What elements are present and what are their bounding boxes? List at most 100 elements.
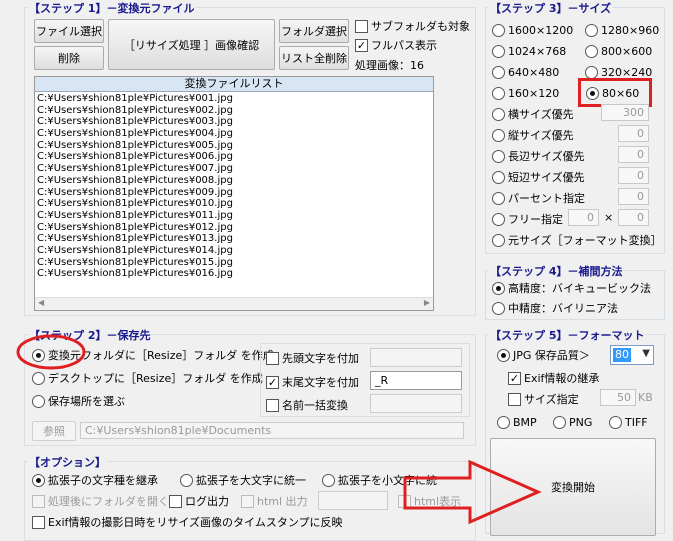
file-list-item[interactable]: C:¥Users¥shion81ple¥Pictures¥002.jpg [37,105,433,117]
radio-short-priority-dot [492,170,505,184]
html-output-input[interactable] [318,491,388,510]
file-list-item[interactable]: C:¥Users¥shion81ple¥Pictures¥007.jpg [37,163,433,175]
file-list-box[interactable]: 変換ファイルリスト C:¥Users¥shion81ple¥Pictures¥0… [34,76,434,311]
suffix-checkbox[interactable]: ✓ 末尾文字を付加 [266,374,359,390]
radio-bicubic[interactable]: 高精度：バイキュービック法 [492,280,651,296]
radio-ext-upper[interactable]: 拡張子を大文字に統一 [180,472,306,488]
fullpath-checkbox[interactable]: ✓ フルパス表示 [355,37,437,53]
bicubic-label: 高精度：バイキュービック法 [508,282,651,295]
radio-size-800[interactable]: 800×600 [585,43,652,59]
file-list-item[interactable]: C:¥Users¥shion81ple¥Pictures¥005.jpg [37,140,433,152]
file-list-item[interactable]: C:¥Users¥shion81ple¥Pictures¥016.jpg [37,268,433,280]
radio-size-1280[interactable]: 1280×960 [585,22,659,38]
file-list-item[interactable]: C:¥Users¥shion81ple¥Pictures¥010.jpg [37,198,433,210]
exif-keep-label: Exif情報の継承 [524,372,600,385]
log-output-checkbox[interactable]: ログ出力 [169,493,229,509]
resize-confirm-button[interactable]: ［リサイズ処理 ］画像確認 [108,19,275,70]
height-value-input[interactable]: 0 [618,125,649,142]
exif-timestamp-checkbox[interactable]: Exif情報の撮影日時をリサイズ画像のタイムスタンプに反映 [32,514,343,530]
prefix-input[interactable] [370,348,462,367]
radio-jpg[interactable]: JPG 保存品質＞ [497,347,590,363]
rename-input[interactable] [370,394,462,413]
size-spec-checkbox[interactable]: サイズ指定 [508,391,579,407]
folder-select-button[interactable]: フォルダ選択 [279,19,349,43]
file-list-item[interactable]: C:¥Users¥shion81ple¥Pictures¥009.jpg [37,187,433,199]
size-spec-input[interactable]: 50 [600,389,636,406]
file-list-item[interactable]: C:¥Users¥shion81ple¥Pictures¥006.jpg [37,151,433,163]
radio-width-priority[interactable]: 横サイズ優先 [492,106,574,122]
radio-png[interactable]: PNG [553,414,592,430]
radio-short-priority[interactable]: 短辺サイズ優先 [492,169,585,185]
width-value-input[interactable]: 300 [601,104,649,121]
radio-desktop-label: デスクトップに［Resize］フォルダ を作成 [48,372,263,385]
rename-checkbox-box [266,398,279,412]
radio-size-640[interactable]: 640×480 [492,64,559,80]
jpg-label: JPG 保存品質＞ [513,349,590,362]
percent-value-input[interactable]: 0 [618,188,649,205]
file-select-button[interactable]: ファイル選択 [34,19,104,43]
file-list-item[interactable]: C:¥Users¥shion81ple¥Pictures¥015.jpg [37,257,433,269]
html-output-checkbox[interactable]: html 出力 [241,493,308,509]
open-folder-checkbox-box [32,494,45,508]
rename-label: 名前一括変換 [282,399,348,412]
file-list-item[interactable]: C:¥Users¥shion81ple¥Pictures¥003.jpg [37,116,433,128]
quality-select[interactable]: 80 ▼ [610,345,654,365]
radio-bicubic-dot [492,281,505,295]
browse-button[interactable]: 参照 [32,421,76,441]
subfolder-checkbox[interactable]: サブフォルダも対象 [355,18,470,34]
scroll-left-icon[interactable]: ◀ [38,298,44,307]
radio-size-160[interactable]: 160×120 [492,85,559,101]
free-height-input[interactable]: 0 [618,209,649,226]
suffix-input[interactable]: _R [370,371,462,390]
radio-ext-lower[interactable]: 拡張子を小文字に統 [322,472,437,488]
file-list-item[interactable]: C:¥Users¥shion81ple¥Pictures¥011.jpg [37,210,433,222]
file-list-item[interactable]: C:¥Users¥shion81ple¥Pictures¥014.jpg [37,245,433,257]
save-path-input[interactable]: C:¥Users¥shion81ple¥Documents [80,422,464,439]
file-list-item[interactable]: C:¥Users¥shion81ple¥Pictures¥001.jpg [37,93,433,105]
file-list-item[interactable]: C:¥Users¥shion81ple¥Pictures¥012.jpg [37,222,433,234]
short-value-input[interactable]: 0 [618,167,649,184]
size-1280-label: 1280×960 [601,23,660,37]
long-value-input[interactable]: 0 [618,146,649,163]
log-output-label: ログ出力 [185,495,229,508]
radio-ext-keep[interactable]: 拡張子の文字種を継承 [32,472,158,488]
prefix-checkbox[interactable]: 先頭文字を付加 [266,350,359,366]
radio-percent[interactable]: パーセント指定 [492,190,585,206]
file-list-item[interactable]: C:¥Users¥shion81ple¥Pictures¥008.jpg [37,175,433,187]
radio-free[interactable]: フリー指定 [492,211,563,227]
radio-original-size[interactable]: 元サイズ［フォーマット変換］ [492,232,662,248]
radio-ext-lower-dot [322,473,335,487]
scroll-right-icon[interactable]: ▶ [424,298,430,307]
processed-count: 16 [410,59,424,72]
radio-size-800-dot [585,44,598,58]
radio-choose-location-dot [32,394,45,408]
radio-tiff[interactable]: TIFF [609,414,648,430]
file-list-item[interactable]: C:¥Users¥shion81ple¥Pictures¥013.jpg [37,233,433,245]
radio-size-1600[interactable]: 1600×1200 [492,22,573,38]
free-width-input[interactable]: 0 [568,209,599,226]
file-list-item[interactable]: C:¥Users¥shion81ple¥Pictures¥004.jpg [37,128,433,140]
radio-bilinear[interactable]: 中精度：バイリニア法 [492,300,618,316]
radio-choose-location-label: 保存場所を選ぶ [48,395,125,408]
size-1600-label: 1600×1200 [508,23,574,37]
file-list-hscrollbar[interactable]: ◀ ▶ [35,297,433,310]
radio-height-priority[interactable]: 縦サイズ優先 [492,127,574,143]
list-clear-button[interactable]: リスト全削除 [279,46,349,70]
radio-size-1024[interactable]: 1024×768 [492,43,566,59]
radio-choose-location[interactable]: 保存場所を選ぶ [32,393,125,409]
radio-desktop[interactable]: デスクトップに［Resize］フォルダ を作成 [32,370,263,386]
rename-checkbox[interactable]: 名前一括変換 [266,397,348,413]
radio-bmp[interactable]: BMP [497,414,537,430]
start-conversion-button[interactable]: 変換開始 [490,438,656,536]
delete-button[interactable]: 削除 [34,46,104,70]
exif-timestamp-label: Exif情報の撮影日時をリサイズ画像のタイムスタンプに反映 [48,516,343,529]
html-view-checkbox[interactable]: html表示 [398,493,461,509]
radio-convert-folder[interactable]: 変換元フォルダに［Resize］フォルダ を作成 [32,347,274,363]
exif-keep-checkbox[interactable]: ✓ Exif情報の継承 [508,370,599,386]
width-priority-label: 横サイズ優先 [508,108,574,121]
fullpath-label: フルパス表示 [371,39,437,52]
size-spec-label: サイズ指定 [524,393,579,406]
radio-long-priority[interactable]: 長辺サイズ優先 [492,148,585,164]
quality-value: 80 [613,348,631,362]
open-folder-checkbox[interactable]: 処理後にフォルダを開く [32,493,169,509]
